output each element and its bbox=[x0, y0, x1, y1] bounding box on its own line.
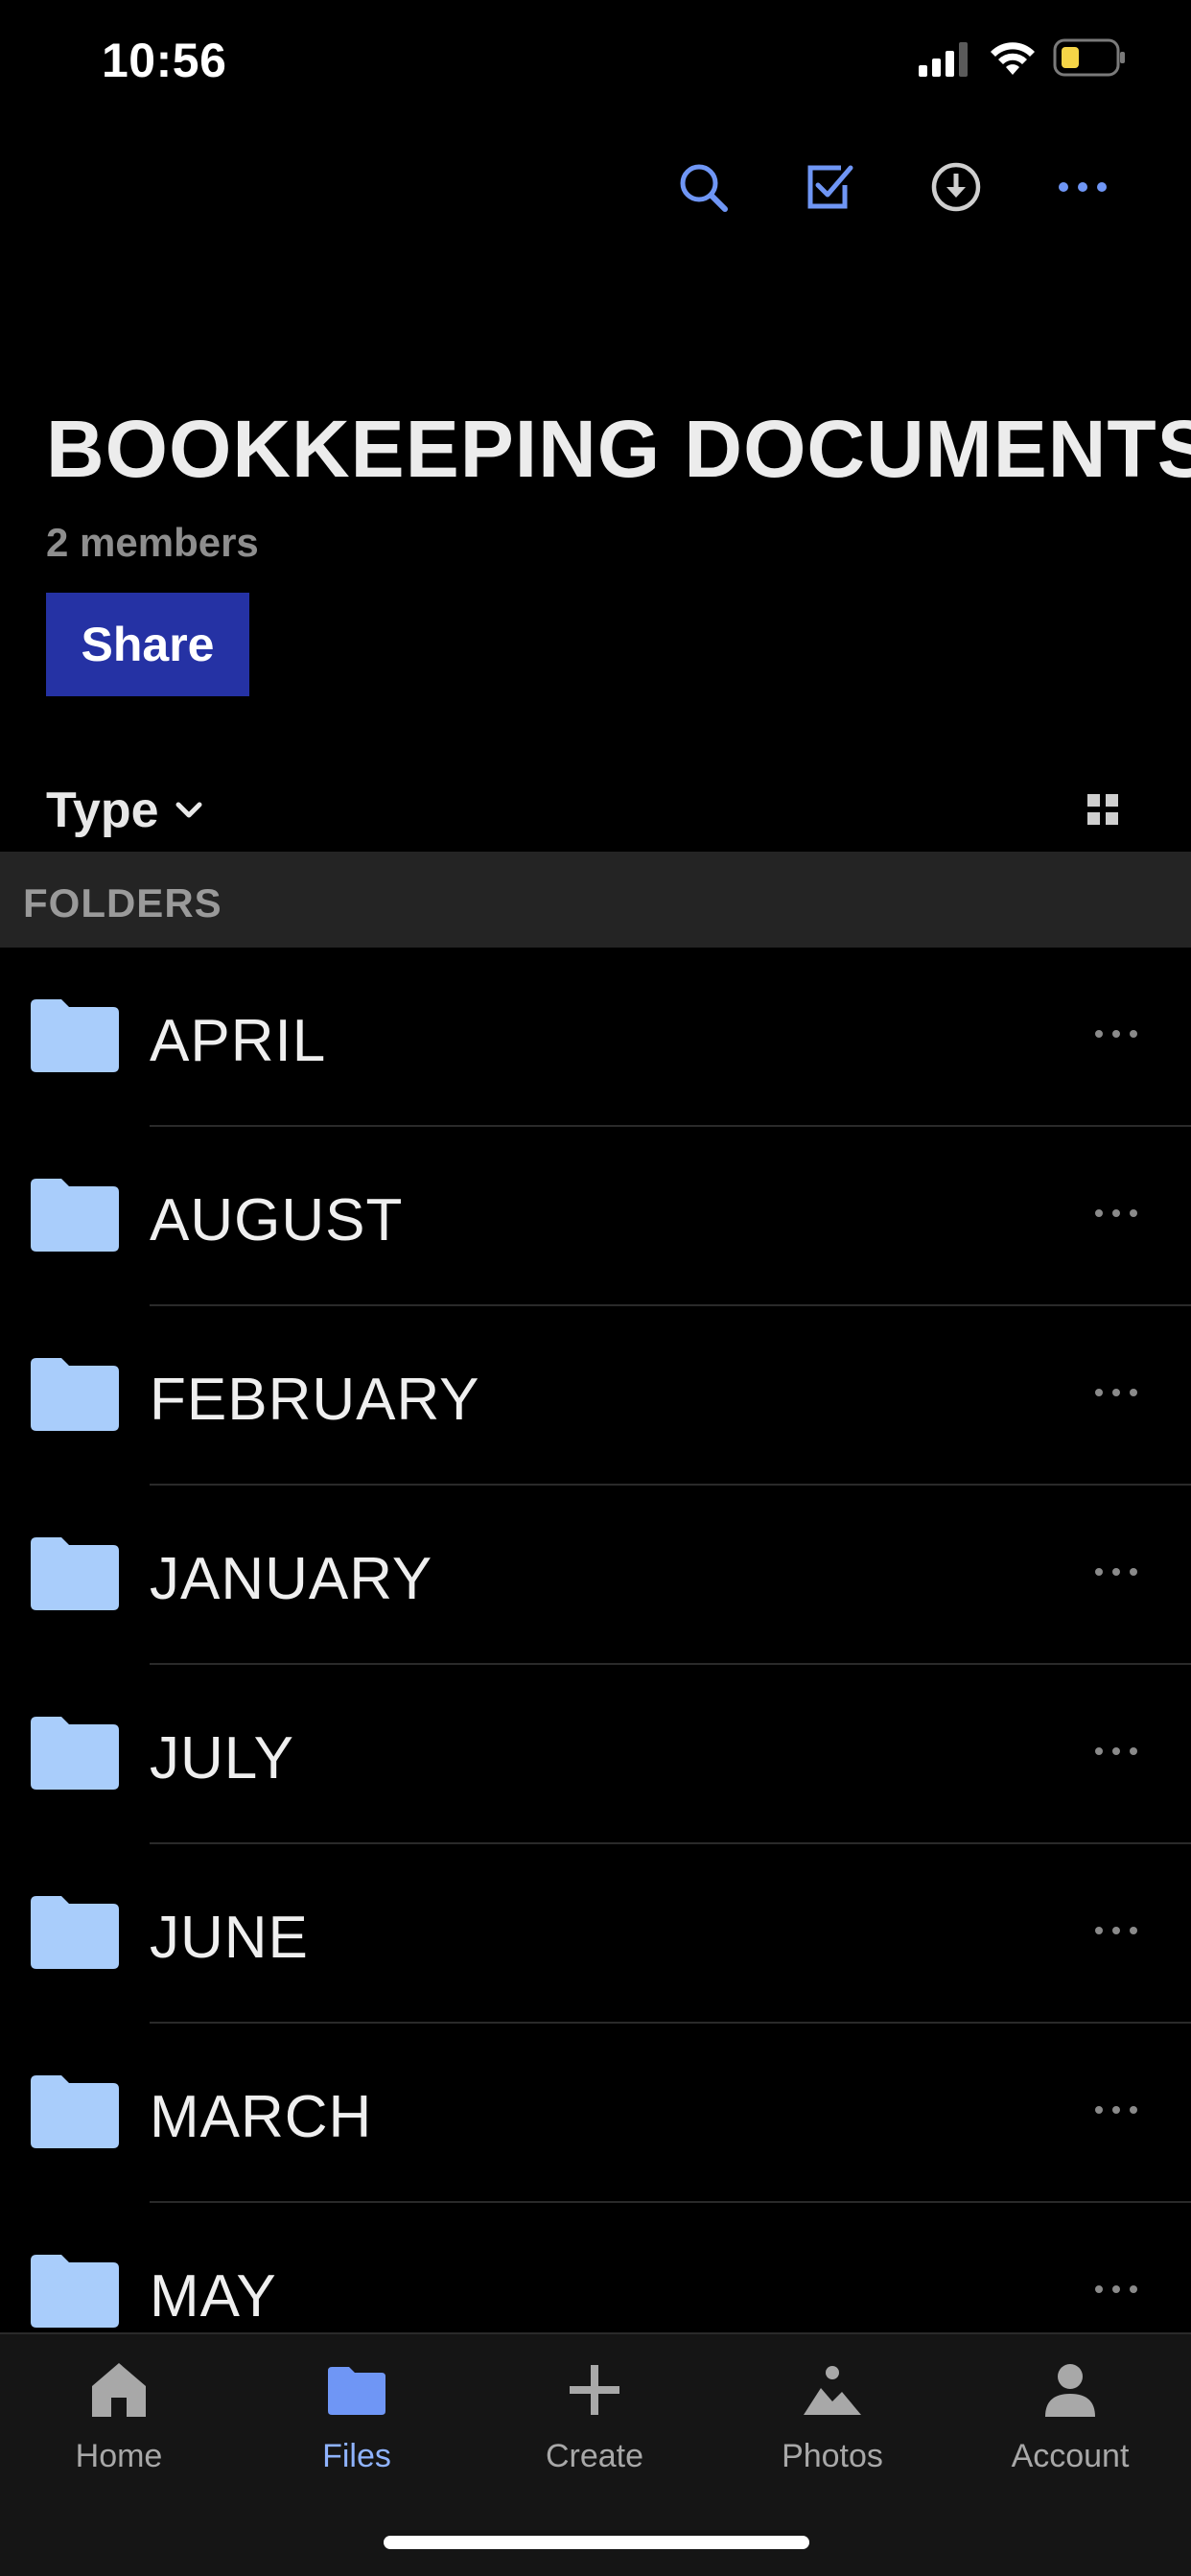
nav-label: Create bbox=[545, 2438, 644, 2474]
more-icon[interactable] bbox=[1093, 1381, 1139, 1404]
list-item[interactable]: AUGUST bbox=[0, 1127, 1191, 1306]
folder-name: FEBRUARY bbox=[150, 1367, 480, 1433]
search-button[interactable] bbox=[669, 153, 736, 221]
sort-dropdown[interactable]: Type bbox=[46, 782, 203, 839]
nav-files[interactable]: Files bbox=[238, 2334, 476, 2507]
list-item[interactable]: JULY bbox=[0, 1665, 1191, 1844]
person-icon bbox=[1045, 2364, 1095, 2417]
folder-name: JULY bbox=[150, 1725, 295, 1791]
nav-label: Photos bbox=[782, 2438, 883, 2474]
share-button[interactable]: Share bbox=[46, 593, 249, 696]
nav-create[interactable]: Create bbox=[476, 2334, 713, 2507]
home-indicator bbox=[384, 2536, 809, 2549]
plus-icon bbox=[570, 2365, 619, 2415]
folder-list: APRIL AUGUST FEBRUARY JANUARY JULY JUNE … bbox=[0, 948, 1191, 2382]
folder-title: BOOKKEEPING DOCUMENTS bbox=[46, 404, 1191, 494]
more-icon[interactable] bbox=[1093, 2098, 1139, 2121]
download-icon bbox=[931, 162, 981, 212]
more-icon[interactable] bbox=[1093, 1560, 1139, 1583]
folder-name: JUNE bbox=[150, 1905, 309, 1971]
folder-name: MARCH bbox=[150, 2084, 373, 2150]
list-item[interactable]: APRIL bbox=[0, 948, 1191, 1127]
grid-view-icon[interactable] bbox=[1087, 794, 1118, 825]
folder-icon bbox=[31, 1358, 119, 1431]
sort-label: Type bbox=[46, 783, 159, 838]
more-icon[interactable] bbox=[1093, 1202, 1139, 1225]
nav-label: Files bbox=[322, 2438, 391, 2474]
list-item[interactable]: JUNE bbox=[0, 1844, 1191, 2024]
wifi-icon bbox=[991, 42, 1035, 75]
folder-icon bbox=[31, 2075, 119, 2148]
folder-name: AUGUST bbox=[150, 1187, 404, 1253]
folder-icon bbox=[31, 1537, 119, 1610]
list-item[interactable]: MARCH bbox=[0, 2024, 1191, 2203]
list-item[interactable]: JANUARY bbox=[0, 1486, 1191, 1665]
folder-name: JANUARY bbox=[150, 1546, 433, 1612]
nav-label: Home bbox=[75, 2438, 163, 2474]
folder-icon bbox=[31, 1179, 119, 1252]
section-label: FOLDERS bbox=[23, 880, 222, 925]
checkbox-icon bbox=[807, 165, 853, 209]
chevron-down-icon bbox=[175, 802, 202, 818]
cellular-signal-icon bbox=[919, 42, 968, 77]
more-icon bbox=[1059, 182, 1107, 192]
more-options-button[interactable] bbox=[1049, 153, 1116, 221]
more-icon[interactable] bbox=[1093, 1022, 1139, 1045]
folder-icon bbox=[328, 2367, 385, 2415]
more-icon[interactable] bbox=[1093, 2278, 1139, 2301]
more-icon[interactable] bbox=[1093, 1740, 1139, 1763]
folders-section-header: FOLDERS bbox=[0, 852, 1191, 948]
folder-name: MAY bbox=[150, 2263, 277, 2330]
nav-label: Account bbox=[1011, 2438, 1130, 2474]
battery-icon bbox=[1053, 38, 1125, 77]
nav-home[interactable]: Home bbox=[0, 2334, 238, 2507]
folder-name: APRIL bbox=[150, 1008, 327, 1074]
more-icon[interactable] bbox=[1093, 1919, 1139, 1942]
members-count[interactable]: 2 members bbox=[46, 520, 259, 566]
nav-photos[interactable]: Photos bbox=[713, 2334, 951, 2507]
status-time: 10:56 bbox=[102, 34, 227, 87]
list-item[interactable]: FEBRUARY bbox=[0, 1306, 1191, 1486]
folder-icon bbox=[31, 999, 119, 1072]
nav-account[interactable]: Account bbox=[951, 2334, 1189, 2507]
folder-icon bbox=[31, 1896, 119, 1969]
home-icon bbox=[92, 2363, 146, 2417]
folder-icon bbox=[31, 2255, 119, 2328]
folder-icon bbox=[31, 1717, 119, 1790]
search-icon bbox=[680, 164, 728, 212]
photo-icon bbox=[804, 2366, 861, 2415]
select-button[interactable] bbox=[796, 153, 863, 221]
download-button[interactable] bbox=[922, 153, 990, 221]
